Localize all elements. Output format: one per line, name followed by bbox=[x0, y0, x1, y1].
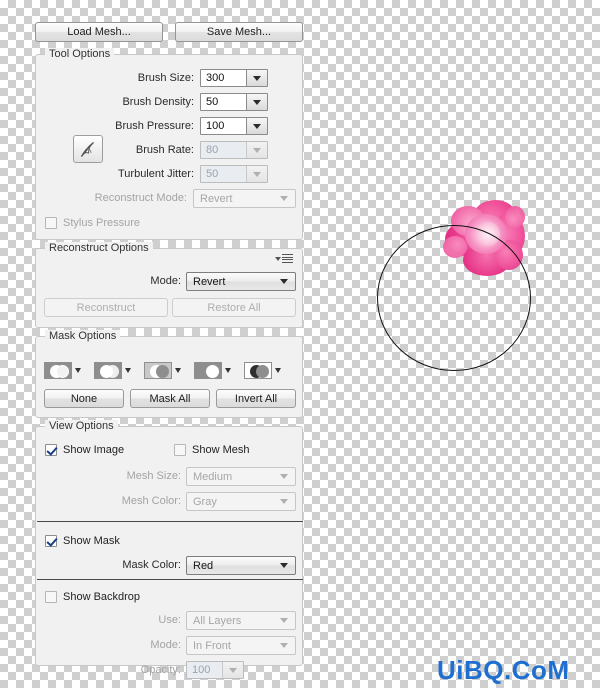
backdrop-mode-chevron-down-icon bbox=[280, 643, 288, 648]
mask-none-button[interactable]: None bbox=[44, 389, 124, 408]
brush-size-label: Brush Size: bbox=[137, 72, 194, 84]
tool-options-title: Tool Options bbox=[45, 48, 115, 61]
backdrop-mode-select: In Front bbox=[186, 636, 296, 655]
backdrop-mode-value: In Front bbox=[193, 639, 231, 652]
brush-pressure-input[interactable]: 100 bbox=[200, 117, 268, 135]
stylus-pressure-checkbox: Stylus Pressure bbox=[45, 215, 140, 231]
load-mesh-button[interactable]: Load Mesh... bbox=[35, 22, 163, 42]
brush-rate-dropdown-icon bbox=[246, 142, 267, 158]
show-backdrop-label: Show Backdrop bbox=[63, 591, 141, 603]
mesh-size-value: Medium bbox=[193, 470, 233, 483]
backdrop-opacity-dropdown-icon bbox=[222, 662, 243, 678]
mask-options-group: Mask Options None Mask All Invert All bbox=[35, 330, 303, 418]
panel-menu-icon[interactable] bbox=[275, 253, 295, 264]
show-mesh-checkbox[interactable]: Show Mesh bbox=[174, 442, 249, 458]
turbulent-jitter-input: 50 bbox=[200, 165, 268, 183]
backdrop-use-label: Use: bbox=[158, 614, 181, 626]
show-image-label: Show Image bbox=[63, 444, 125, 456]
stylus-pressure-icon[interactable] bbox=[73, 135, 103, 163]
reconstruct-mode-combobox[interactable]: Revert bbox=[186, 272, 296, 291]
show-mesh-label: Show Mesh bbox=[192, 444, 250, 456]
mask-intersect-with-selection-icon[interactable] bbox=[194, 362, 231, 379]
mask-invert-all-button[interactable]: Invert All bbox=[216, 389, 296, 408]
backdrop-opacity-value: 100 bbox=[192, 664, 211, 676]
show-backdrop-checkbox-box[interactable] bbox=[45, 591, 57, 603]
mesh-color-value: Gray bbox=[193, 495, 217, 508]
brush-density-input[interactable]: 50 bbox=[200, 93, 268, 111]
mesh-buttons-row: Load Mesh... Save Mesh... bbox=[35, 22, 303, 42]
reconstruct-mode-chevron-down-icon bbox=[280, 196, 288, 201]
brush-rate-value: 80 bbox=[206, 144, 219, 156]
mesh-size-chevron-down-icon bbox=[280, 474, 288, 479]
backdrop-use-chevron-down-icon bbox=[280, 618, 288, 623]
reconstruct-mode-combobox-value: Revert bbox=[193, 275, 226, 288]
mask-color-label: Mask Color: bbox=[122, 559, 181, 571]
mask-color-select[interactable]: Red bbox=[186, 556, 296, 575]
backdrop-opacity-label: Opacity: bbox=[140, 664, 181, 676]
brush-pressure-label: Brush Pressure: bbox=[115, 120, 194, 132]
mask-invert-selection-icon[interactable] bbox=[244, 362, 281, 379]
mask-add-to-selection-icon[interactable] bbox=[94, 362, 131, 379]
brush-size-dropdown-icon[interactable] bbox=[246, 70, 267, 86]
mesh-color-select: Gray bbox=[186, 492, 296, 511]
divider-above-show-mask bbox=[37, 521, 303, 522]
mesh-color-label: Mesh Color: bbox=[121, 495, 181, 507]
turbulent-jitter-label: Turbulent Jitter: bbox=[117, 168, 194, 180]
reconstruct-options-title: Reconstruct Options bbox=[45, 242, 153, 255]
mask-mode-icons-row bbox=[44, 362, 296, 380]
brush-rate-label: Brush Rate: bbox=[135, 144, 194, 156]
reconstruct-mode-chevron-down-icon-2[interactable] bbox=[280, 279, 288, 284]
show-image-checkbox[interactable]: Show Image bbox=[45, 442, 124, 458]
mask-color-chevron-down-icon[interactable] bbox=[280, 563, 288, 568]
show-mesh-checkbox-box[interactable] bbox=[174, 444, 186, 456]
backdrop-use-select: All Layers bbox=[186, 611, 296, 630]
show-mask-checkbox-box[interactable] bbox=[45, 535, 57, 547]
divider-above-show-backdrop bbox=[37, 579, 303, 580]
backdrop-mode-label: Mode: bbox=[150, 639, 181, 651]
show-mask-checkbox[interactable]: Show Mask bbox=[45, 533, 120, 549]
reconstruct-button: Reconstruct bbox=[44, 298, 168, 317]
reconstruct-mode-select-label: Mode: bbox=[150, 275, 181, 287]
turbulent-jitter-value: 50 bbox=[206, 168, 219, 180]
brush-size-value: 300 bbox=[206, 72, 225, 84]
show-image-checkbox-box[interactable] bbox=[45, 444, 57, 456]
reconstruct-mode-value: Revert bbox=[200, 192, 233, 205]
mesh-size-select: Medium bbox=[186, 467, 296, 486]
save-mesh-button[interactable]: Save Mesh... bbox=[175, 22, 303, 42]
show-backdrop-checkbox[interactable]: Show Backdrop bbox=[45, 589, 140, 605]
stylus-pressure-label: Stylus Pressure bbox=[63, 217, 141, 229]
turbulent-jitter-dropdown-icon bbox=[246, 166, 267, 182]
watermark: UiBQ.CoM bbox=[437, 655, 570, 685]
mesh-color-chevron-down-icon bbox=[280, 499, 288, 504]
backdrop-use-value: All Layers bbox=[193, 614, 242, 627]
mask-options-title: Mask Options bbox=[45, 330, 121, 343]
brush-density-dropdown-icon[interactable] bbox=[246, 94, 267, 110]
reconstruct-mode-label: Reconstruct Mode: bbox=[94, 192, 187, 204]
mask-subtract-from-selection-icon[interactable] bbox=[144, 362, 181, 379]
stylus-pressure-checkbox-box bbox=[45, 217, 57, 229]
brush-density-label: Brush Density: bbox=[122, 96, 194, 108]
brush-density-value: 50 bbox=[206, 96, 219, 108]
brush-cursor-circle bbox=[377, 225, 531, 371]
mask-replace-selection-icon[interactable] bbox=[44, 362, 81, 379]
brush-rate-input: 80 bbox=[200, 141, 268, 159]
reconstruct-options-group: Reconstruct Options Mode: Revert Reconst… bbox=[35, 242, 303, 328]
brush-pressure-dropdown-icon[interactable] bbox=[246, 118, 267, 134]
restore-all-button: Restore All bbox=[172, 298, 296, 317]
mesh-size-label: Mesh Size: bbox=[126, 470, 181, 482]
backdrop-opacity-input: 100 bbox=[186, 661, 244, 679]
view-options-title: View Options bbox=[45, 420, 118, 433]
liquify-options-panel: Load Mesh... Save Mesh... Tool Options B… bbox=[27, 22, 309, 679]
reconstruct-mode-select: Revert bbox=[193, 189, 296, 208]
mask-all-button[interactable]: Mask All bbox=[130, 389, 210, 408]
mask-color-value: Red bbox=[193, 559, 214, 572]
view-options-group: View Options Show Image Show Mesh Mesh S… bbox=[35, 420, 303, 679]
brush-pressure-value: 100 bbox=[206, 120, 225, 132]
brush-size-input[interactable]: 300 bbox=[200, 69, 268, 87]
show-mask-label: Show Mask bbox=[63, 535, 120, 547]
